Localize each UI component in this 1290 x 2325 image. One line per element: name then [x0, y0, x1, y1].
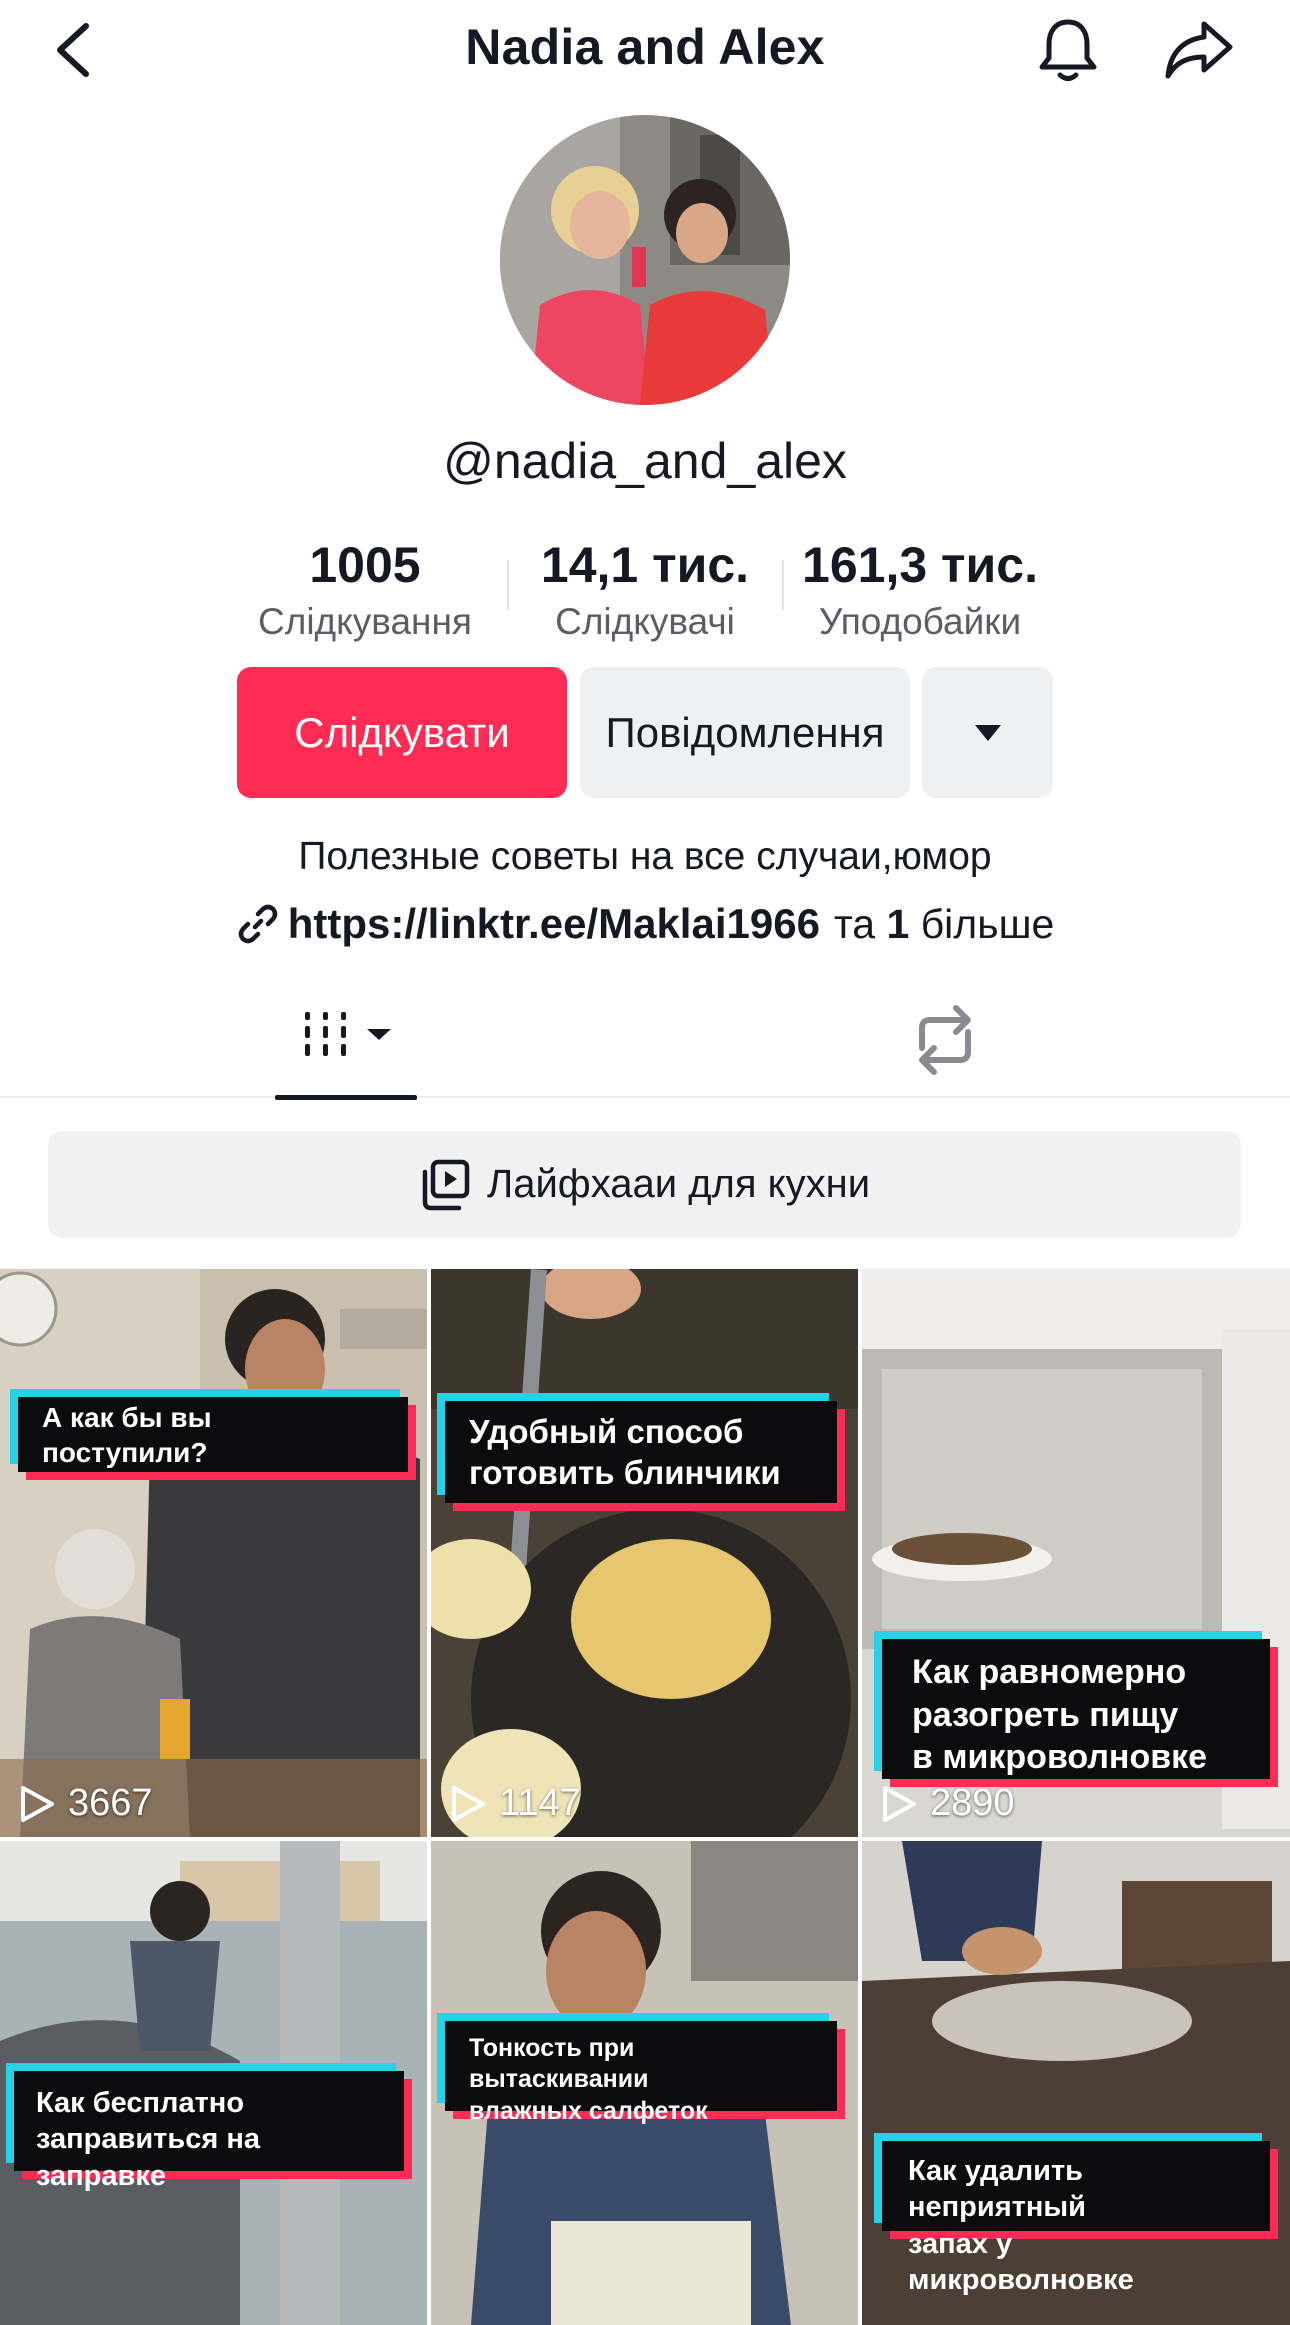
- video-caption-line: готовить блинчики: [469, 1454, 781, 1492]
- video-caption: Удобный способ готовить блинчики: [445, 1401, 837, 1503]
- video-caption-line: Как бесплатно: [36, 2087, 245, 2119]
- video-grid: А как бы вы поступили? 3667 Удобный спос…: [0, 1269, 1290, 2325]
- profile-stats: 1005 Слідкування 14,1 тис. Слідкувачі 16…: [0, 535, 1290, 650]
- profile-tabs: [0, 990, 1290, 1100]
- video-caption: А как бы вы поступили?: [18, 1397, 408, 1472]
- view-count-value: 3667: [68, 1782, 153, 1824]
- stat-value: 14,1 тис.: [540, 537, 750, 593]
- top-bar: Nadia and Alex: [0, 0, 1290, 100]
- stat-divider: [507, 560, 509, 610]
- view-count: 1147: [449, 1782, 581, 1825]
- more-links[interactable]: та 1 більше: [834, 901, 1054, 947]
- stat-label: Слідкування: [258, 601, 472, 642]
- message-button[interactable]: Повідомлення: [580, 667, 910, 798]
- more-links-suffix: більше: [920, 901, 1055, 947]
- video-caption-line: А как бы вы поступили?: [42, 1401, 212, 1468]
- more-links-count: 1: [886, 901, 910, 947]
- video-thumbnail-image: [431, 1269, 858, 1837]
- video-caption: Тонкость при вытаскивании влажных салфет…: [445, 2021, 837, 2125]
- bell-icon[interactable]: [1033, 14, 1103, 84]
- more-links-prefix: та: [833, 901, 876, 947]
- video-caption-line: в микроволновке: [912, 1738, 1208, 1776]
- stat-label: Уподобайки: [818, 601, 1022, 642]
- view-count-value: 2890: [930, 1782, 1015, 1824]
- playlist-icon: [422, 1159, 470, 1210]
- username-handle: @nadia_and_alex: [443, 433, 847, 489]
- more-options-button[interactable]: [922, 667, 1053, 798]
- video-thumbnail[interactable]: Как бесплатно заправиться на заправке: [0, 1841, 427, 2325]
- view-count: 2890: [880, 1782, 1015, 1825]
- stat-label: Слідкувачі: [555, 601, 735, 642]
- video-caption-line: заправиться на заправке: [36, 2123, 260, 2192]
- video-thumbnail[interactable]: Как равномерно разогреть пищу в микровол…: [862, 1269, 1290, 1837]
- stat-divider: [782, 560, 784, 610]
- view-count-value: 1147: [499, 1782, 581, 1824]
- avatar[interactable]: [500, 115, 790, 405]
- video-caption-line: влажных салфеток: [469, 2096, 708, 2125]
- video-thumbnail[interactable]: Удобный способ готовить блинчики 1147: [431, 1269, 858, 1837]
- video-thumbnail[interactable]: Тонкость при вытаскивании влажных салфет…: [431, 1841, 858, 2325]
- repost-icon: [919, 1005, 971, 1075]
- bio-link-row: https://linktr.ee/Maklai1966 та 1 більше: [0, 900, 1290, 948]
- play-icon: [452, 1785, 485, 1822]
- video-thumbnail[interactable]: Как удалить неприятный запах у микроволн…: [862, 1841, 1290, 2325]
- stat-following[interactable]: 1005 Слідкування: [240, 535, 490, 647]
- share-arrow-icon[interactable]: [1162, 14, 1236, 84]
- tab-videos[interactable]: [275, 990, 417, 1100]
- video-caption-line: запах у микроволновке: [908, 2227, 1134, 2296]
- view-count: 3667: [18, 1782, 153, 1825]
- follow-button[interactable]: Слідкувати: [237, 667, 567, 798]
- video-caption-line: Как удалить неприятный: [908, 2155, 1086, 2224]
- video-caption: Как бесплатно заправиться на заправке: [14, 2071, 404, 2192]
- play-icon: [883, 1785, 916, 1822]
- stat-likes[interactable]: 161,3 тис. Уподобайки: [790, 535, 1050, 647]
- video-caption-line: Удобный способ: [469, 1413, 744, 1450]
- active-tab-indicator: [275, 1095, 417, 1100]
- playlist-label: Лайфхааи для кухни: [486, 1162, 871, 1206]
- video-caption: Как удалить неприятный запах у микроволн…: [882, 2141, 1270, 2296]
- video-caption-line: разогреть пищу: [912, 1695, 1179, 1734]
- play-icon: [21, 1785, 54, 1822]
- link-icon: [236, 902, 280, 946]
- stat-value: 1005: [309, 537, 421, 593]
- video-caption-line: Тонкость при вытаскивании: [469, 2034, 649, 2094]
- bio-text: Полезные советы на все случаи,юмор: [298, 835, 992, 878]
- stat-followers[interactable]: 14,1 тис. Слідкувачі: [520, 535, 770, 647]
- tab-reposts[interactable]: [900, 1000, 990, 1080]
- video-caption-line: Как равномерно: [912, 1653, 1187, 1691]
- video-caption: Как равномерно разогреть пищу в микровол…: [882, 1639, 1270, 1779]
- grid-columns-icon: [305, 1012, 391, 1056]
- caret-down-icon: [974, 724, 1001, 741]
- bio-link[interactable]: https://linktr.ee/Maklai1966: [288, 900, 820, 947]
- stat-value: 161,3 тис.: [802, 537, 1038, 593]
- playlist-chip[interactable]: Лайфхааи для кухни: [48, 1131, 1241, 1238]
- video-thumbnail[interactable]: А как бы вы поступили? 3667: [0, 1269, 427, 1837]
- video-thumbnail-image: [0, 1269, 427, 1837]
